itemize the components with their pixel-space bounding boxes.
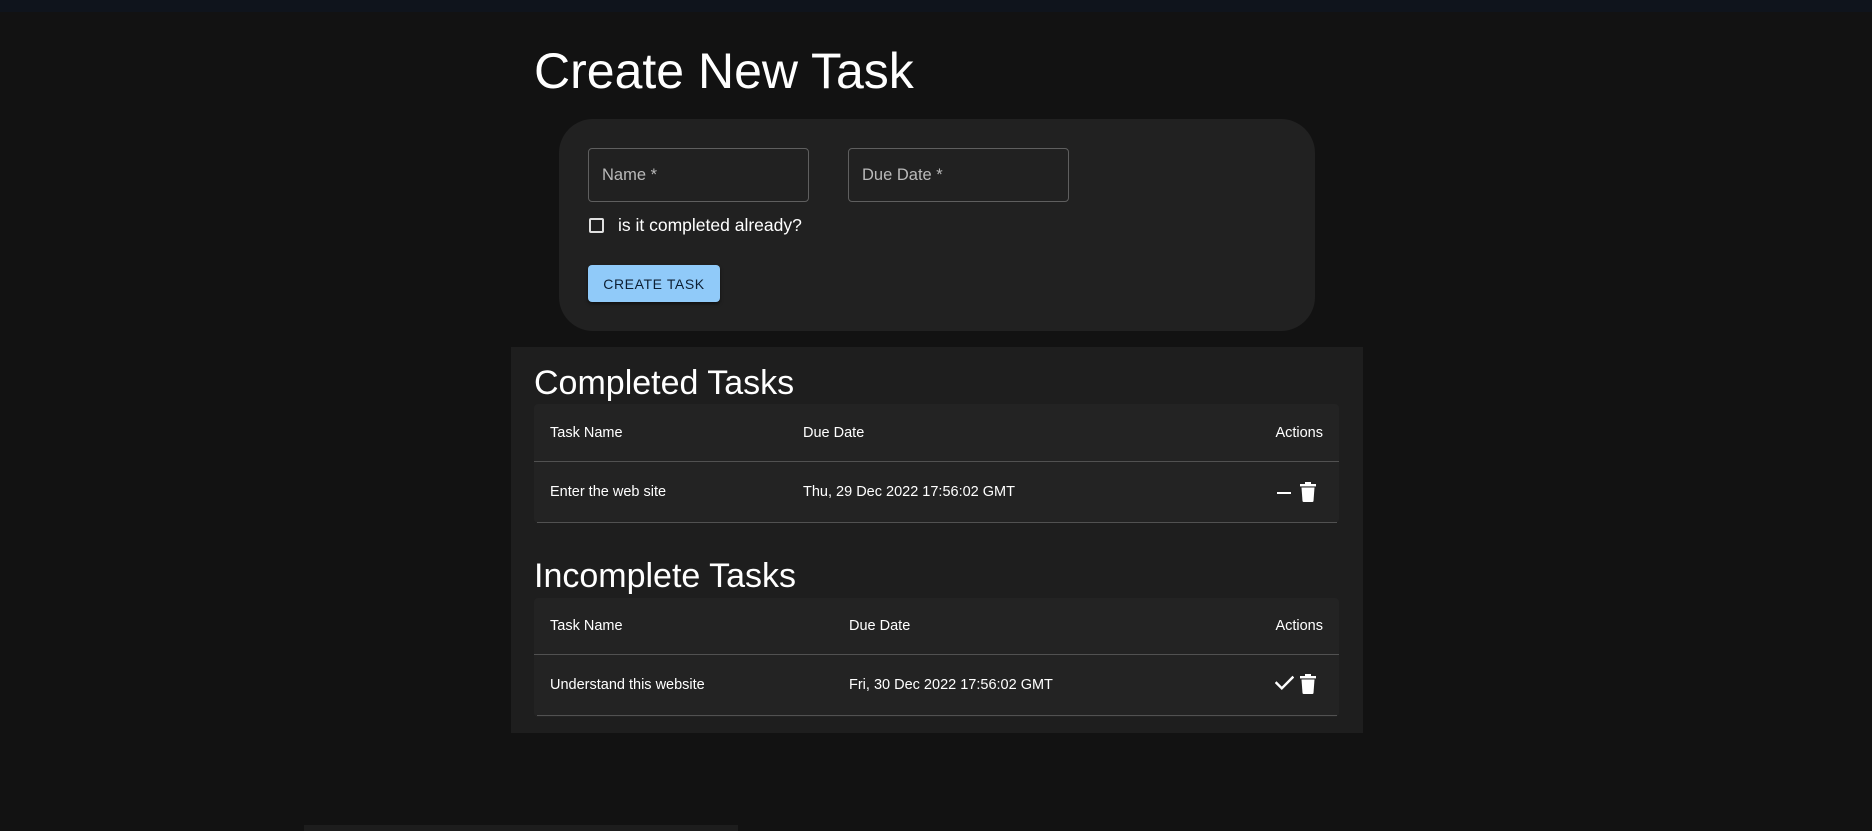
- due-date-field[interactable]: Due Date *: [848, 148, 1069, 202]
- task-name-cell: Enter the web site: [550, 484, 667, 500]
- completed-tasks-title: Completed Tasks: [534, 364, 795, 402]
- page-title: Create New Task: [534, 43, 914, 99]
- name-field[interactable]: Name *: [588, 148, 809, 202]
- incomplete-tasks-table: Task Name Due Date Actions Understand th…: [534, 598, 1339, 717]
- header-divider: [534, 654, 1339, 655]
- row-divider: [537, 715, 1337, 716]
- column-header-actions: Actions: [1275, 425, 1323, 441]
- due-date-cell: Fri, 30 Dec 2022 17:56:02 GMT: [849, 677, 1053, 693]
- header-divider: [534, 461, 1339, 462]
- bottom-strip: [304, 825, 738, 831]
- create-task-form: Name * Due Date * is it completed alread…: [559, 119, 1315, 331]
- table-header: Task Name Due Date Actions: [534, 598, 1339, 655]
- due-date-cell: Thu, 29 Dec 2022 17:56:02 GMT: [803, 484, 1015, 500]
- name-input[interactable]: [589, 149, 808, 201]
- due-date-input[interactable]: [849, 149, 1068, 201]
- row-divider: [537, 522, 1337, 523]
- completed-tasks-table: Task Name Due Date Actions Enter the web…: [534, 404, 1339, 523]
- completed-checkbox[interactable]: [589, 218, 604, 233]
- top-bar: [0, 0, 1872, 12]
- completed-checkbox-row[interactable]: is it completed already?: [588, 215, 802, 236]
- column-header-task-name: Task Name: [550, 425, 623, 441]
- column-header-due-date: Due Date: [849, 618, 911, 634]
- table-header: Task Name Due Date Actions: [534, 404, 1339, 461]
- trash-icon[interactable]: [1300, 482, 1316, 502]
- column-header-due-date: Due Date: [803, 425, 865, 441]
- incomplete-tasks-title: Incomplete Tasks: [534, 557, 797, 595]
- column-header-task-name: Task Name: [550, 618, 623, 634]
- minus-icon[interactable]: [1276, 485, 1292, 501]
- column-header-actions: Actions: [1275, 618, 1323, 634]
- check-icon[interactable]: [1275, 675, 1294, 691]
- create-task-button[interactable]: CREATE TASK: [588, 265, 720, 302]
- tasks-panel: Completed Tasks Task Name Due Date Actio…: [511, 347, 1363, 733]
- completed-checkbox-label[interactable]: is it completed already?: [618, 215, 802, 236]
- task-name-cell: Understand this website: [550, 677, 705, 693]
- trash-icon[interactable]: [1300, 674, 1316, 694]
